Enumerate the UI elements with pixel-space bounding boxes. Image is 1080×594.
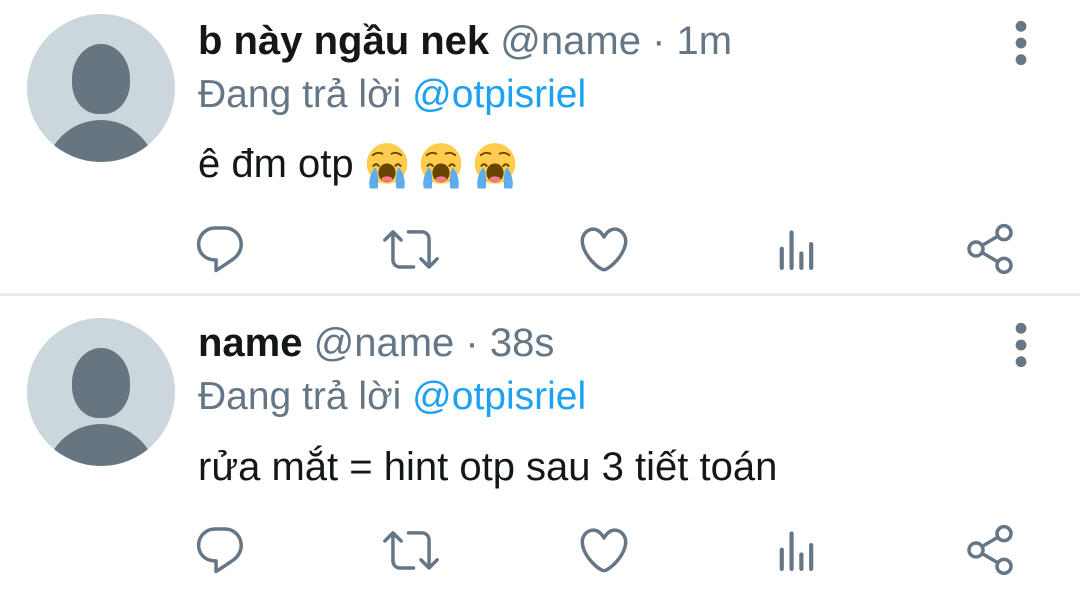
like-icon[interactable]: [576, 522, 632, 578]
avatar-head-shape: [72, 44, 130, 114]
tweet-header: name @name · 38s: [198, 318, 554, 368]
share-icon[interactable]: [962, 221, 1018, 277]
emoji-group: [362, 134, 524, 190]
analytics-icon[interactable]: [768, 221, 824, 277]
loudly-crying-face-icon: [470, 140, 520, 190]
reply-icon[interactable]: [192, 522, 248, 578]
like-icon[interactable]: [576, 221, 632, 277]
retweet-icon[interactable]: [383, 221, 439, 277]
separator-dot: ·: [652, 19, 666, 63]
replying-to: Đang trả lời @otpisriel: [198, 372, 586, 422]
avatar[interactable]: [27, 14, 175, 162]
user-handle[interactable]: @name: [314, 321, 455, 365]
avatar-head-shape: [72, 348, 130, 418]
analytics-icon[interactable]: [768, 522, 824, 578]
tweet[interactable]: b này ngầu nek @name · 1m Đang trả lời @…: [0, 0, 1080, 294]
separator-dot: ·: [465, 321, 479, 365]
tweet-header: b này ngầu nek @name · 1m: [198, 16, 732, 66]
tweet[interactable]: name @name · 38s Đang trả lời @otpisriel…: [0, 296, 1080, 594]
tweet-text: ê đm otp: [198, 136, 524, 192]
replying-to: Đang trả lời @otpisriel: [198, 70, 586, 120]
reply-icon[interactable]: [192, 221, 248, 277]
loudly-crying-face-icon: [362, 140, 412, 190]
mention-link[interactable]: @otpisriel: [412, 73, 586, 116]
user-handle[interactable]: @name: [500, 19, 641, 63]
tweet-text-content: ê đm otp: [198, 142, 354, 186]
avatar-body-shape: [45, 424, 157, 466]
avatar-body-shape: [45, 120, 157, 162]
tweet-text: rửa mắt = hint otp sau 3 tiết toán: [198, 439, 777, 495]
more-options-icon[interactable]: [1004, 18, 1038, 68]
retweet-icon[interactable]: [383, 522, 439, 578]
replying-prefix: Đang trả lời: [198, 375, 402, 418]
more-options-icon[interactable]: [1004, 320, 1038, 370]
mention-link[interactable]: @otpisriel: [412, 375, 586, 418]
replying-prefix: Đang trả lời: [198, 73, 402, 116]
display-name[interactable]: name: [198, 321, 303, 365]
tweet-text-content: rửa mắt = hint otp sau 3 tiết toán: [198, 445, 778, 489]
display-name[interactable]: b này ngầu nek: [198, 19, 489, 63]
share-icon[interactable]: [962, 522, 1018, 578]
loudly-crying-face-icon: [416, 140, 466, 190]
timestamp[interactable]: 38s: [490, 321, 555, 365]
avatar[interactable]: [27, 318, 175, 466]
timestamp[interactable]: 1m: [677, 19, 733, 63]
